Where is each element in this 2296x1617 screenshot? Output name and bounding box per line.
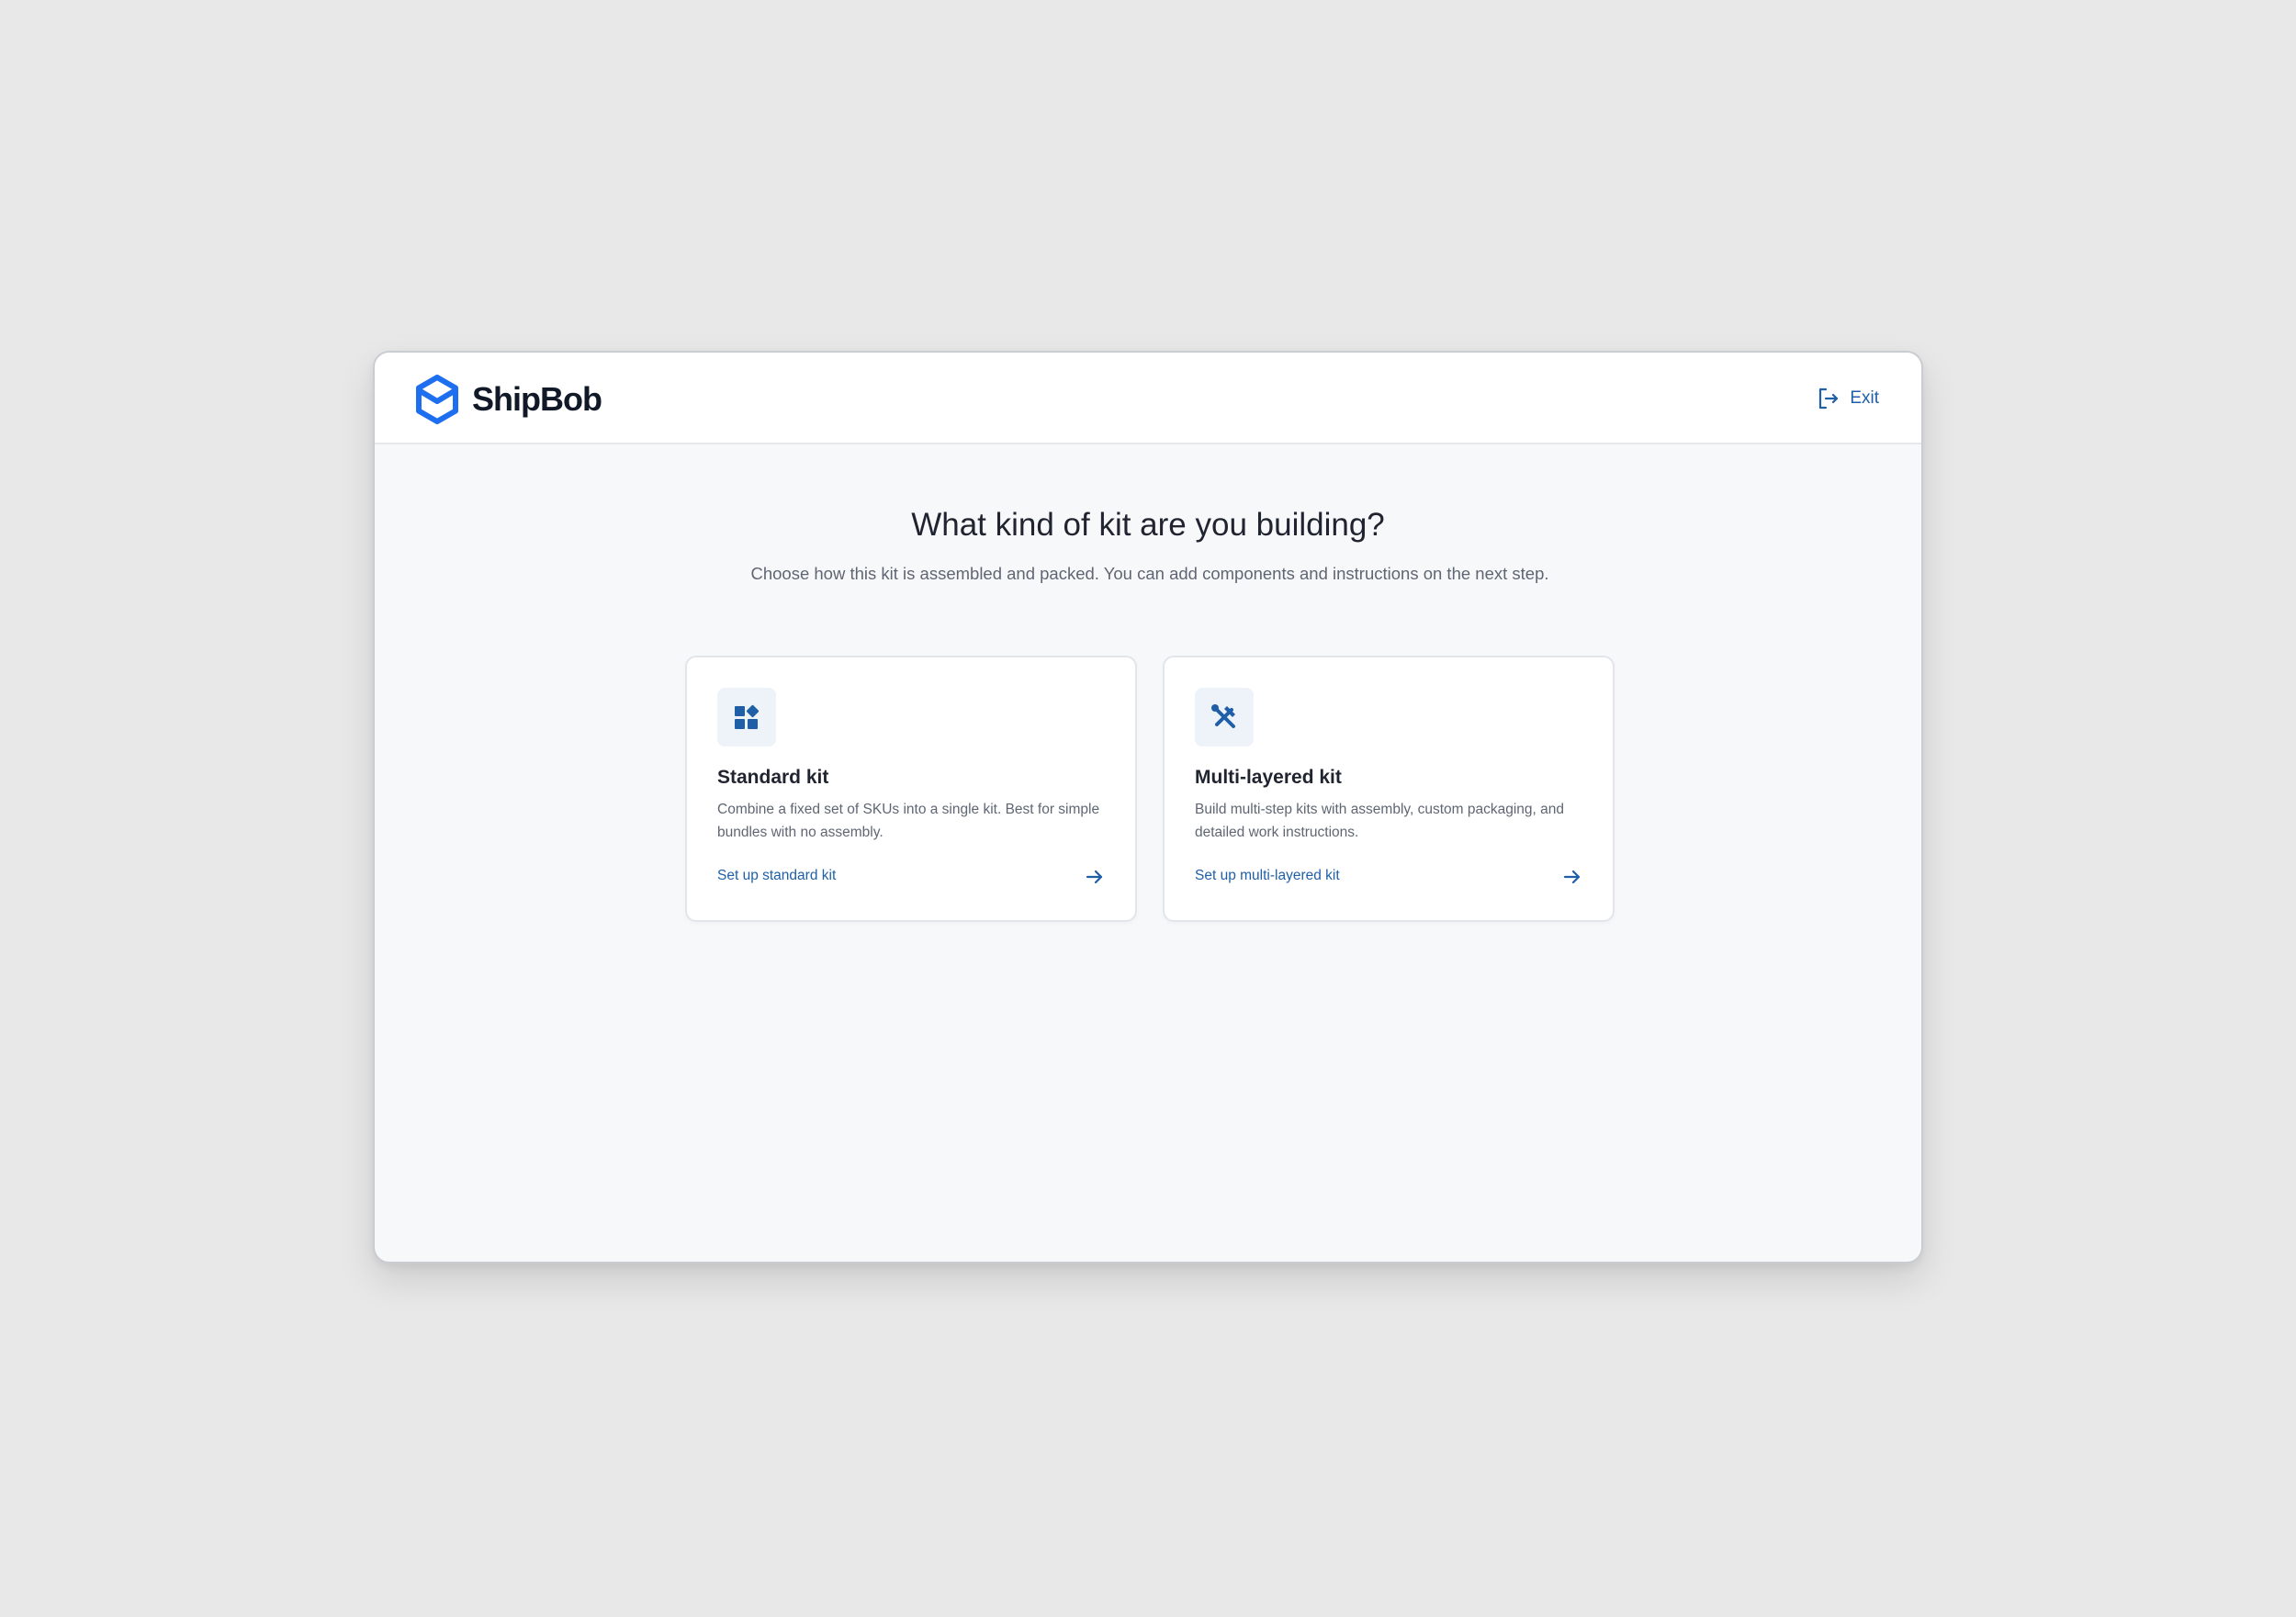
exit-label: Exit	[1850, 388, 1879, 408]
standard-kit-description: Combine a fixed set of SKUs into a singl…	[717, 802, 1100, 840]
brand-name: ShipBob	[472, 380, 602, 418]
multi-layered-kit-title: Multi-layered kit	[1195, 767, 1342, 788]
standard-kit-icon-box	[717, 688, 776, 747]
app-header: ShipBob Exit	[375, 353, 1921, 444]
multi-layered-kit-icon-box	[1195, 688, 1254, 747]
page-subtitle: Choose how this kit is assembled and pac…	[750, 564, 1549, 583]
exit-button[interactable]: Exit	[1817, 382, 1879, 415]
shipbob-logo-icon	[416, 375, 458, 424]
page-title: What kind of kit are you building?	[911, 507, 1385, 543]
standard-kit-card[interactable]: Standard kit Combine a fixed set of SKUs…	[685, 656, 1137, 922]
exit-icon	[1819, 387, 1839, 410]
arrow-right-icon[interactable]	[1085, 867, 1105, 887]
tools-icon	[1211, 704, 1235, 728]
multi-layered-kit-description: Build multi-step kits with assembly, cus…	[1195, 802, 1565, 840]
multi-layered-kit-card[interactable]: Multi-layered kit Build multi-step kits …	[1163, 656, 1615, 922]
shipbob-logo[interactable]: ShipBob	[415, 375, 602, 424]
setup-standard-kit-link[interactable]: Set up standard kit	[717, 868, 836, 884]
standard-kit-title: Standard kit	[717, 767, 829, 788]
arrow-right-icon[interactable]	[1562, 867, 1582, 887]
kit-type-window: ShipBob Exit What kind of kit are you bu…	[373, 351, 1923, 1263]
setup-multi-layered-kit-link[interactable]: Set up multi-layered kit	[1195, 868, 1340, 884]
widgets-icon	[735, 704, 760, 729]
